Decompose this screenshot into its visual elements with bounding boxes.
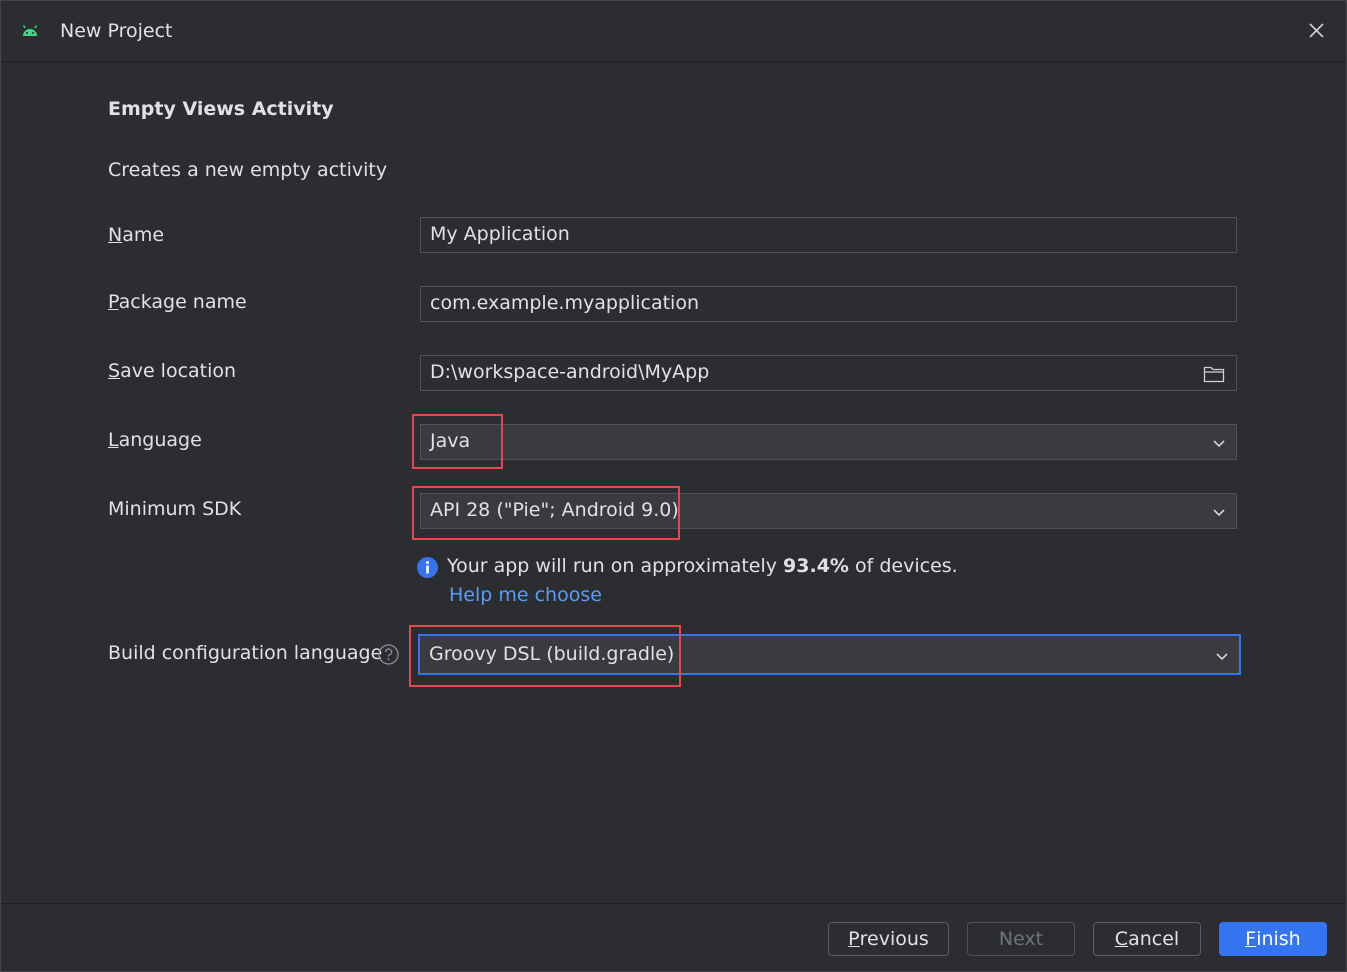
minimum-sdk-label: Minimum SDK [108, 498, 242, 520]
build-config-label: Build configuration language [108, 642, 383, 664]
minimum-sdk-dropdown[interactable]: API 28 ("Pie"; Android 9.0) [420, 493, 1237, 529]
new-project-dialog: New Project Empty Views Activity Creates… [0, 0, 1347, 972]
package-name-value: com.example.myapplication [430, 292, 699, 314]
language-dropdown[interactable]: Java [420, 424, 1237, 460]
cancel-button[interactable]: Cancel [1093, 922, 1201, 956]
language-value: Java [430, 430, 471, 452]
name-field[interactable]: My Application [420, 217, 1237, 253]
chevron-down-icon [1213, 440, 1225, 448]
footer-divider [1, 903, 1346, 904]
package-name-label: Package name [108, 291, 247, 313]
info-icon [417, 557, 438, 578]
previous-button[interactable]: Previous [828, 922, 949, 956]
name-value: My Application [430, 223, 570, 245]
finish-button[interactable]: Finish [1219, 922, 1327, 956]
next-button[interactable]: Next [967, 922, 1075, 956]
window-title: New Project [60, 20, 173, 42]
save-location-field[interactable]: D:\workspace-android\MyApp [420, 355, 1237, 391]
template-description: Creates a new empty activity [108, 159, 388, 181]
package-name-field[interactable]: com.example.myapplication [420, 286, 1237, 322]
build-config-value: Groovy DSL (build.gradle) [429, 643, 675, 665]
save-location-value: D:\workspace-android\MyApp [430, 361, 710, 383]
save-location-label: Save location [108, 360, 237, 382]
minimum-sdk-value: API 28 ("Pie"; Android 9.0) [430, 499, 679, 521]
close-icon[interactable] [1303, 17, 1329, 43]
help-question-icon[interactable] [378, 644, 399, 665]
language-label: Language [108, 429, 202, 451]
title-bar: New Project [1, 1, 1346, 62]
build-config-dropdown[interactable]: Groovy DSL (build.gradle) [418, 634, 1241, 675]
chevron-down-icon [1213, 509, 1225, 517]
template-heading: Empty Views Activity [108, 98, 334, 120]
folder-icon[interactable] [1203, 364, 1225, 383]
android-icon [22, 25, 38, 36]
chevron-down-icon [1216, 653, 1228, 661]
device-coverage-text: Your app will run on approximately 93.4%… [447, 555, 958, 577]
help-me-choose-link[interactable]: Help me choose [449, 584, 602, 606]
name-label: Name [108, 224, 165, 246]
